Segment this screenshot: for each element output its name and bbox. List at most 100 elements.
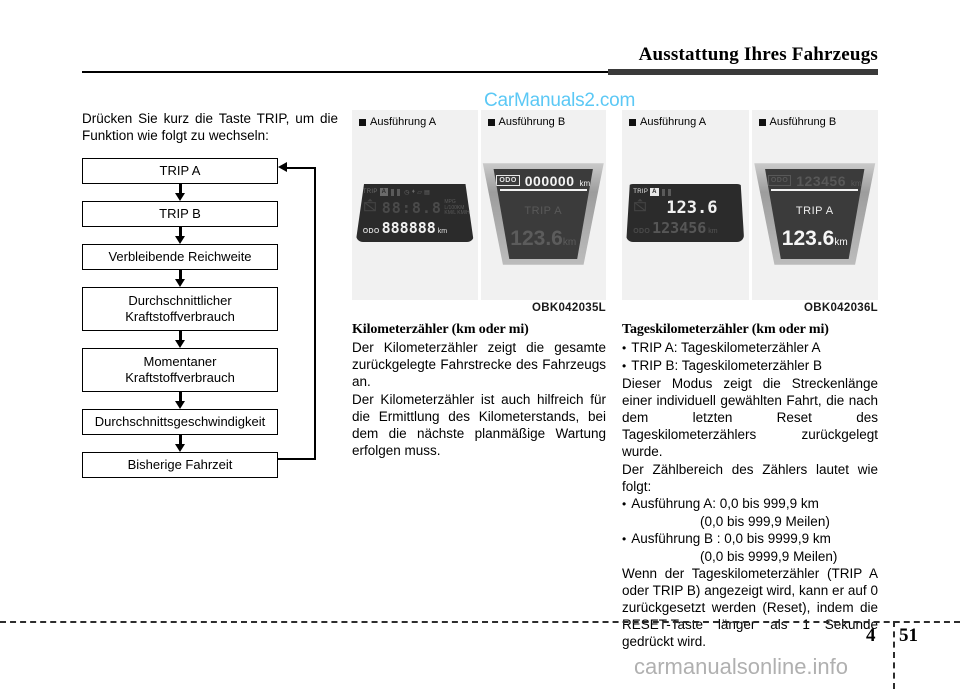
figure-1-caption: OBK042035L [532, 302, 606, 314]
lcd-trip-value: 123.6 [510, 226, 563, 250]
micro-label: KM/L KM/H [444, 210, 470, 216]
figure-1-half-a: Ausführung A TRIP A ◷ ♦ ▱ ▤ 88:8.8 MPG L… [352, 110, 478, 300]
page-header: Ausstattung Ihres Fahrzeugs [0, 0, 960, 86]
odo-value: 000000 [524, 172, 575, 189]
right-column: Ausführung A TRIP A 123.6 ODO 123456 km … [622, 110, 878, 650]
odo-unit: km [708, 228, 718, 235]
range-bullet-a-sub: (0,0 bis 999,9 Meilen) [700, 514, 830, 529]
range-bullet-b: Ausführung B : 0,0 bis 9999,9 km [622, 530, 878, 548]
middle-column: Ausführung A TRIP A ◷ ♦ ▱ ▤ 88:8.8 MPG L… [352, 110, 606, 459]
figure-label-text: Ausführung A [640, 116, 707, 128]
lcd-top-indicators: TRIP A ◷ ♦ ▱ ▤ [363, 188, 430, 196]
lcd-display-b1: ODO 000000 km TRIP A 123.6km [480, 160, 606, 268]
indicator-bar-icon [397, 188, 401, 196]
gear-position-icon [363, 198, 376, 212]
trip-label: TRIP [633, 189, 649, 195]
figure-label-text: Ausführung B [498, 116, 566, 128]
section-heading-odometer: Kilometerzähler (km oder mi) [352, 322, 529, 337]
odo-label: ODO [633, 228, 651, 235]
figure-odometer: Ausführung A TRIP A ◷ ♦ ▱ ▤ 88:8.8 MPG L… [352, 110, 606, 314]
flow-box-elapsed-time[interactable]: Bisherige Fahrzeit [82, 452, 278, 478]
lcd-trip-label: TRIP A [795, 204, 834, 217]
door-icon: ▤ [424, 189, 431, 196]
flow-box-line: Durchschnittlicher [128, 293, 232, 308]
lcd-odo-row: ODO 000000 km [494, 172, 593, 189]
flow-box-trip-b[interactable]: TRIP B [82, 201, 278, 227]
bullet-text: TRIP B: Tageskilometerzähler B [631, 358, 823, 373]
footer-divider [0, 621, 960, 623]
lcd-odo-row: ODO 888888 km [363, 221, 447, 236]
figure-2-label-b: Ausführung B [758, 116, 836, 128]
indicator-bar-icon [667, 188, 671, 196]
lcd-display-b2: ODO 123456 km TRIP A 123.6km [752, 160, 878, 268]
bullet-text: TRIP A: Tageskilometerzähler A [631, 340, 821, 355]
figure-1-label-b: Ausführung B [487, 116, 566, 128]
figure-2-half-a: Ausführung A TRIP A 123.6 ODO 123456 km [622, 110, 749, 300]
indicator-bar-icon [661, 188, 665, 196]
flow-box-line: Kraftstoffverbrauch [125, 370, 235, 385]
gear-position-icon [634, 198, 647, 212]
watermark-bottom: carmanualsonline.info [634, 654, 849, 679]
figure-2-half-b: Ausführung B ODO 123456 km TRIP A 123.6k [751, 110, 878, 300]
odo-value: 888888 [381, 219, 436, 237]
loop-line-top [286, 167, 316, 169]
figure-2-caption: OBK042036L [804, 302, 878, 314]
figure-trip-meter: Ausführung A TRIP A 123.6 ODO 123456 km … [622, 110, 878, 314]
lcd-divider [499, 188, 587, 191]
trip-flowchart: TRIP A TRIP B Verbleibende Reichweite Du… [82, 158, 338, 478]
fuel-pump-icon: ♦ [411, 189, 416, 195]
section-heading-trip-meter: Tageskilometerzähler (km oder mi) [622, 322, 829, 337]
left-column: Drücken Sie kurz die Taste TRIP, um die … [82, 110, 338, 478]
header-rule-accent [608, 69, 878, 75]
flow-arrow-icon [82, 392, 278, 409]
trip-paragraph-3: Wenn der Tageskilometerzähler (TRIP A od… [622, 566, 878, 649]
odo-value: 123456 [796, 172, 846, 189]
figure-1-half-b: Ausführung B ODO 000000 km TRIP A 123.6k [480, 110, 606, 300]
lcd-unit-micro-labels: MPG L/100KM KM/L KM/H [444, 199, 470, 217]
lcd-top-indicators: TRIP A [633, 188, 671, 196]
lcd-trip-unit: km [834, 236, 848, 248]
flow-arrow-icon [82, 227, 278, 244]
odo-unit: km [579, 178, 591, 188]
flow-box-avg-speed[interactable]: Durchschnittsgeschwindigkeit [82, 409, 278, 435]
lcd-display-a1: TRIP A ◷ ♦ ▱ ▤ 88:8.8 MPG L/100KM KM/L K… [355, 184, 474, 242]
lcd-odo-row: ODO 123456 km [633, 221, 717, 236]
lcd-display-a2: TRIP A 123.6 ODO 123456 km [626, 184, 745, 242]
square-bullet-icon [487, 118, 495, 126]
range-bullet-b-sub: (0,0 bis 9999,9 Meilen) [700, 549, 838, 564]
flow-box-trip-a[interactable]: TRIP A [82, 158, 278, 184]
odometer-paragraph-1: Der Kilometerzähler zeigt die gesamte zu… [352, 340, 606, 389]
bullet-text: Ausführung B : 0,0 bis 9999,9 km [631, 531, 831, 546]
trip-paragraph-2: Der Zählbereich des Zählers lautet wie f… [622, 462, 878, 494]
odo-chip: ODO [496, 175, 520, 187]
lcd-segment-value: 88:8.8 [381, 199, 442, 217]
square-bullet-icon [359, 118, 366, 126]
bullet-dot-icon [622, 530, 626, 548]
lcd-odo-row: ODO 123456 km [765, 172, 864, 189]
odo-value: 123456 [652, 219, 707, 237]
clock-icon: ◷ [404, 189, 410, 196]
bullet-text: Ausführung A: 0,0 bis 999,9 km [631, 496, 819, 511]
flow-box-instant-consumption[interactable]: Momentaner Kraftstoffverbrauch [82, 348, 278, 392]
loop-arrowhead-icon [278, 162, 287, 172]
lcd-segment-value: 123.6 [666, 198, 718, 218]
bullet-dot-icon [622, 357, 626, 375]
figure-2-label-a: Ausführung A [629, 116, 706, 128]
bullet-dot-icon [622, 495, 626, 513]
figure-1-label-a: Ausführung A [359, 116, 436, 128]
flow-box-avg-consumption[interactable]: Durchschnittlicher Kraftstoffverbrauch [82, 287, 278, 331]
odo-label: ODO [362, 228, 380, 235]
square-bullet-icon [629, 118, 636, 126]
flow-box-range[interactable]: Verbleibende Reichweite [82, 244, 278, 270]
flow-arrow-icon [82, 331, 278, 348]
lcd-trip-label: TRIP A [524, 204, 563, 217]
trip-bullet-a: TRIP A: Tageskilometerzähler A [622, 339, 878, 357]
indicator-bar-icon [391, 188, 395, 196]
odo-unit: km [850, 178, 862, 188]
car-icon: ▱ [417, 189, 423, 196]
trip-bullet-b: TRIP B: Tageskilometerzähler B [622, 357, 878, 375]
odometer-paragraph-2: Der Kilometerzähler ist auch hilfreich f… [352, 392, 606, 458]
odo-chip: ODO [767, 175, 792, 187]
lcd-trip-unit: km [562, 236, 577, 248]
flow-arrow-icon [82, 270, 278, 287]
